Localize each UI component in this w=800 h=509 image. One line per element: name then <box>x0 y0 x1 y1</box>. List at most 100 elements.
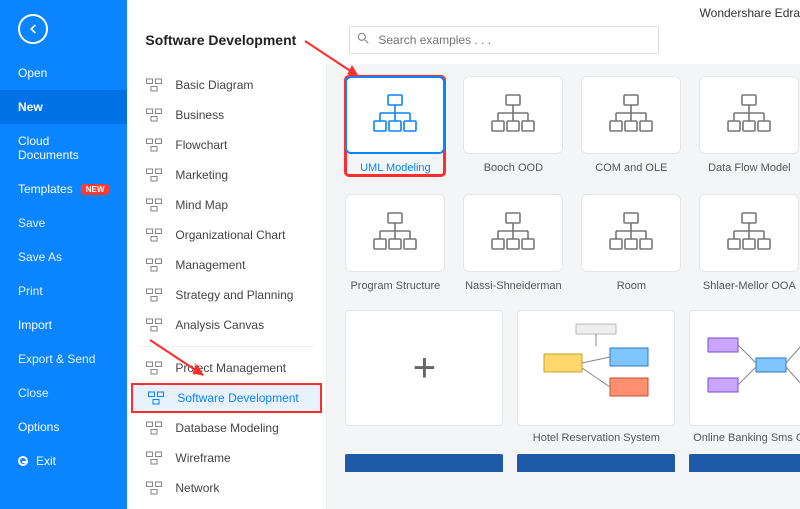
left-sidebar: Open New Cloud DocumentsTemplatesNEW Save Sa… <box>0 0 127 509</box>
app-title: Wondershare EdrawMax <box>127 0 800 20</box>
diagram-label: UML Modeling <box>345 162 445 174</box>
category-flowchart[interactable]: Flowchart <box>127 130 326 160</box>
search-input[interactable] <box>349 26 659 54</box>
category-label: Flowchart <box>175 138 227 152</box>
diagram-type-room[interactable]: Room <box>581 194 681 292</box>
category-label: Software Development <box>177 391 298 405</box>
category-analysis-canvas[interactable]: Analysis Canvas <box>127 310 326 340</box>
exit-icon <box>18 456 28 466</box>
diagram-type-booch-ood[interactable]: Booch OOD <box>463 76 563 176</box>
category-icon <box>145 137 163 153</box>
sidebar-item-new[interactable]: New <box>0 90 127 124</box>
diagram-thumb <box>463 76 563 154</box>
template-preview <box>689 310 800 426</box>
category-icon <box>145 317 163 333</box>
sidebar-item-import[interactable]: Import <box>0 308 127 342</box>
search-box[interactable] <box>349 26 659 54</box>
category-icon <box>145 107 163 123</box>
sidebar-item-label: Templates <box>18 182 73 196</box>
diagram-type-nassi-shneiderman[interactable]: Nassi-Shneiderman <box>463 194 563 292</box>
category-label: Management <box>175 258 245 272</box>
category-database-modeling[interactable]: Database Modeling <box>127 413 326 443</box>
diagram-type-com-and-ole[interactable]: COM and OLE <box>581 76 681 176</box>
category-label: Business <box>175 108 224 122</box>
template-strip[interactable] <box>517 454 675 472</box>
category-label: Mind Map <box>175 198 228 212</box>
sidebar-item-label: New <box>18 100 43 114</box>
diagram-thumb <box>345 76 445 154</box>
template-hotel-reservation-system[interactable]: Hotel Reservation System <box>517 310 675 444</box>
category-management[interactable]: Management <box>127 250 326 280</box>
diagram-type-uml-modeling[interactable]: UML Modeling <box>345 76 445 176</box>
sidebar-item-label: Exit <box>36 454 56 468</box>
category-software-development[interactable]: Software Development <box>131 383 322 413</box>
diagram-thumb <box>699 194 799 272</box>
category-network[interactable]: Network <box>127 473 326 503</box>
category-strategy-and-planning[interactable]: Strategy and Planning <box>127 280 326 310</box>
category-icon <box>145 420 163 436</box>
sidebar-item-label: Options <box>18 420 59 434</box>
diagram-type-shlaer-mellor-ooa[interactable]: Shlaer-Mellor OOA <box>699 194 799 292</box>
sidebar-item-export-send[interactable]: Export & Send <box>0 342 127 376</box>
sidebar-item-options[interactable]: Options <box>0 410 127 444</box>
category-icon <box>145 77 163 93</box>
diagram-thumb <box>463 194 563 272</box>
category-label: Database Modeling <box>175 421 278 435</box>
arrow-left-icon <box>26 22 40 36</box>
category-electrical-engineering[interactable]: Electrical Engineering <box>127 503 326 509</box>
template-online-banking-sms-customer[interactable]: Online Banking Sms Customer <box>689 310 800 444</box>
category-basic-diagram[interactable]: Basic Diagram <box>127 70 326 100</box>
category-label: Analysis Canvas <box>175 318 264 332</box>
sidebar-item-label: Print <box>18 284 43 298</box>
diagram-label: Program Structure <box>345 280 445 292</box>
category-wireframe[interactable]: Wireframe <box>127 443 326 473</box>
category-label: Project Management <box>175 361 286 375</box>
category-icon <box>145 227 163 243</box>
page-title: Software Development <box>145 32 325 48</box>
sidebar-item-label: Export & Send <box>18 352 95 366</box>
sidebar-item-save[interactable]: Save <box>0 206 127 240</box>
category-label: Marketing <box>175 168 228 182</box>
category-icon <box>145 287 163 303</box>
blank-template[interactable]: + <box>345 310 503 444</box>
category-label: Organizational Chart <box>175 228 285 242</box>
category-mind-map[interactable]: Mind Map <box>127 190 326 220</box>
category-organizational-chart[interactable]: Organizational Chart <box>127 220 326 250</box>
category-label: Network <box>175 481 219 495</box>
diagram-thumb <box>581 194 681 272</box>
sidebar-item-close[interactable]: Close <box>0 376 127 410</box>
plus-icon: + <box>413 348 436 388</box>
back-button[interactable] <box>18 14 48 44</box>
diagram-type-data-flow-model[interactable]: Data Flow Model <box>699 76 799 176</box>
category-icon <box>145 197 163 213</box>
category-icon <box>145 257 163 273</box>
diagram-label: COM and OLE <box>581 162 681 174</box>
category-icon <box>147 390 165 406</box>
diagram-thumb <box>345 194 445 272</box>
template-strip[interactable] <box>689 454 800 472</box>
template-label: Hotel Reservation System <box>517 432 675 444</box>
diagram-thumb <box>699 76 799 154</box>
diagram-thumb <box>581 76 681 154</box>
category-label: Strategy and Planning <box>175 288 293 302</box>
category-icon <box>145 167 163 183</box>
sidebar-item-open[interactable]: Open <box>0 56 127 90</box>
diagram-type-program-structure[interactable]: Program Structure <box>345 194 445 292</box>
search-icon <box>356 31 370 48</box>
diagram-label: Nassi-Shneiderman <box>463 280 563 292</box>
category-business[interactable]: Business <box>127 100 326 130</box>
category-icon <box>145 480 163 496</box>
sidebar-item-exit[interactable]: Exit <box>0 444 127 478</box>
sidebar-item-save-as[interactable]: Save As <box>0 240 127 274</box>
sidebar-item-templates[interactable]: TemplatesNEW <box>0 172 127 206</box>
main-content: Wondershare EdrawMax Software Developmen… <box>127 0 800 509</box>
template-label: Online Banking Sms Customer <box>689 432 800 444</box>
template-preview <box>517 310 675 426</box>
category-marketing[interactable]: Marketing <box>127 160 326 190</box>
sidebar-item-cloud-documents[interactable]: Cloud Documents <box>0 124 127 172</box>
diagram-label: Data Flow Model <box>699 162 799 174</box>
category-project-management[interactable]: Project Management <box>127 353 326 383</box>
template-strip[interactable] <box>345 454 503 472</box>
sidebar-item-label: Save <box>18 216 45 230</box>
sidebar-item-print[interactable]: Print <box>0 274 127 308</box>
